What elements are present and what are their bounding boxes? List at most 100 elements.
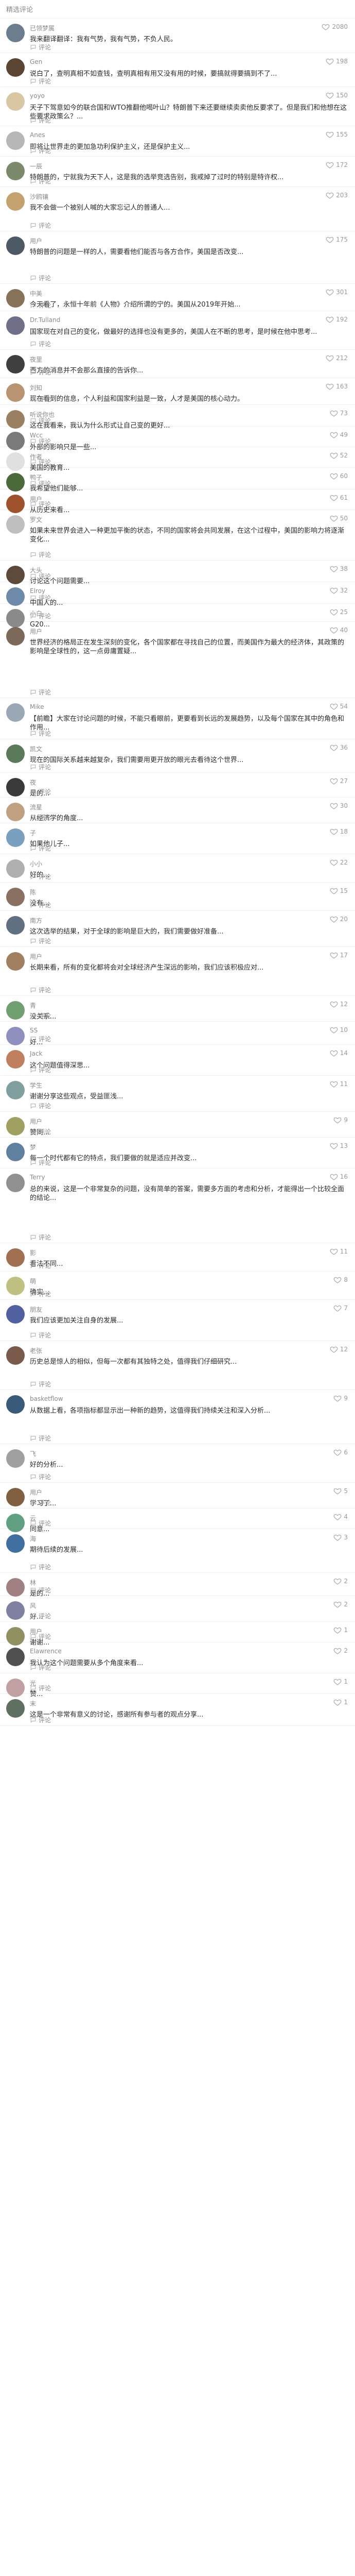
reply-button[interactable]: 评论	[30, 1498, 51, 1507]
reply-button[interactable]: 评论	[30, 1380, 51, 1388]
comment-item[interactable]: 已领梦属 2080 我来翻译翻译：我有气势，我有气势，不负人民。 评论	[0, 19, 355, 53]
like-button[interactable]: 7	[333, 1304, 348, 1312]
reply-button[interactable]: 评论	[30, 1586, 51, 1595]
username[interactable]: 一辰	[30, 162, 42, 171]
reply-button[interactable]: 评论	[30, 1101, 51, 1110]
avatar[interactable]	[6, 952, 25, 971]
reply-button[interactable]: 评论	[30, 986, 51, 994]
like-button[interactable]: 73	[330, 409, 348, 417]
avatar[interactable]	[6, 1001, 25, 1020]
username[interactable]: Dr.Tulland	[30, 316, 60, 324]
avatar[interactable]	[6, 587, 25, 606]
reply-button[interactable]: 评论	[30, 177, 51, 185]
like-button[interactable]: 52	[330, 451, 348, 460]
comment-item[interactable]: 鸭子 60 我希望他们能够... 评论	[0, 468, 355, 493]
avatar[interactable]	[6, 410, 25, 429]
comment-item[interactable]: 风 2 好... 评论	[0, 1596, 355, 1622]
like-button[interactable]: 175	[326, 235, 348, 244]
avatar[interactable]	[6, 131, 25, 150]
username[interactable]: basketflow	[30, 1395, 63, 1402]
reply-button[interactable]: 评论	[30, 1290, 51, 1298]
username[interactable]: yoyo	[30, 92, 45, 99]
like-button[interactable]: 2080	[322, 23, 348, 31]
like-button[interactable]: 12	[330, 1345, 348, 1353]
username[interactable]: 小小	[30, 859, 42, 868]
comment-item[interactable]: basketflow 9 从数据上看，各项指标都显示出一种新的趋势，这值得我们持续关…	[0, 1390, 355, 1444]
username[interactable]: 老张	[30, 1346, 42, 1355]
username[interactable]: Jack	[30, 1050, 42, 1057]
comment-item[interactable]: 影 11 看法不同... 评论	[0, 1243, 355, 1272]
username[interactable]: 中美	[30, 289, 42, 298]
like-button[interactable]: 54	[330, 702, 348, 710]
username[interactable]: 末	[30, 1699, 36, 1708]
avatar[interactable]	[6, 859, 25, 878]
like-button[interactable]: 25	[330, 608, 348, 616]
avatar[interactable]	[6, 162, 25, 180]
avatar[interactable]	[6, 383, 25, 402]
username[interactable]: 飞	[30, 1449, 36, 1458]
avatar[interactable]	[6, 1027, 25, 1045]
avatar[interactable]	[6, 1081, 25, 1099]
avatar[interactable]	[6, 1648, 25, 1666]
reply-button[interactable]: 评论	[30, 1158, 51, 1167]
like-button[interactable]: 14	[330, 1049, 348, 1057]
comment-item[interactable]: Wcc 49 外部的影响只是一些... 评论	[0, 427, 355, 451]
comment-item[interactable]: Gen 198 说白了，查明真相不如查钱，查明真相有用又没有用的时候，要搞就得要搞到…	[0, 53, 355, 87]
comment-item[interactable]: 夜里 212 西方的消息并不会那么直接的告诉你... 评论	[0, 350, 355, 378]
comment-item[interactable]: yoyo 150 天子下驾意如今的联合国和WTO推翻他喝叶山？特朗普下来还要继续卖卖…	[0, 87, 355, 126]
username[interactable]: 沙鸥镶	[30, 192, 48, 201]
like-button[interactable]: 8	[333, 1276, 348, 1284]
comment-item[interactable]: 子 18 如果他儿子... 评论	[0, 823, 355, 854]
comment-item[interactable]: 末 1 这是一个非常有意义的讨论，感谢所有参与者的观点分享... 评论	[0, 1694, 355, 1726]
like-button[interactable]: 10	[330, 1026, 348, 1034]
reply-button[interactable]: 评论	[30, 550, 51, 559]
comment-item[interactable]: 陈 15 没有... 评论	[0, 883, 355, 911]
reply-button[interactable]: 评论	[30, 1065, 51, 1074]
comment-item[interactable]: 海 3 期待后续的发展... 评论	[0, 1529, 355, 1573]
like-button[interactable]: 27	[330, 777, 348, 785]
comment-item[interactable]: 学生 11 谢谢分享这些观点，受益匪浅... 评论	[0, 1076, 355, 1112]
like-button[interactable]: 11	[330, 1080, 348, 1088]
comment-item[interactable]: 大头 38 讨论这个问题需要... 评论	[0, 561, 355, 585]
comment-item[interactable]: 朋友 7 我们应该更加关注自身的发展... 评论	[0, 1300, 355, 1341]
username[interactable]: 罗文	[30, 515, 42, 524]
comment-item[interactable]: 用户 17 长期来看，所有的变化都将会对全球经济产生深远的影响，我们应该积极应对..…	[0, 947, 355, 996]
reply-button[interactable]: 评论	[30, 1472, 51, 1481]
username[interactable]: Elawrence	[30, 1648, 62, 1655]
like-button[interactable]: 17	[330, 951, 348, 959]
avatar[interactable]	[6, 703, 25, 722]
reply-button[interactable]: 评论	[30, 500, 51, 509]
username[interactable]: Gen	[30, 58, 42, 65]
comment-item[interactable]: 流星 30 从经济学的角度... 评论	[0, 798, 355, 823]
comment-item[interactable]: 中美 301 今天看了，永恒十年前《人物》介绍所谓的宁的。美国从2019年开始...…	[0, 284, 355, 311]
reply-button[interactable]: 评论	[30, 1684, 51, 1692]
avatar[interactable]	[6, 192, 25, 211]
like-button[interactable]: 163	[326, 382, 348, 391]
comment-item[interactable]: 南方 20 这次选举的结果，对于全球的影响是巨大的，我们需要做好准备... 评论	[0, 911, 355, 947]
username[interactable]: 海	[30, 1534, 36, 1543]
reply-button[interactable]: 评论	[30, 813, 51, 822]
avatar[interactable]	[6, 566, 25, 584]
reply-button[interactable]: 评论	[30, 395, 51, 403]
comment-item[interactable]: 凯文 36 现在的国际关系越来越复杂，我们需要用更开放的眼光去看待这个世界... 评论	[0, 739, 355, 773]
avatar[interactable]	[6, 1050, 25, 1069]
comment-item[interactable]: 罗文 50 如果未来世界会进入一种更加平衡的状态，不同的国家将会共同发展，在这个过程…	[0, 510, 355, 561]
avatar[interactable]	[6, 58, 25, 77]
reply-button[interactable]: 评论	[30, 1632, 51, 1641]
like-button[interactable]: 9	[333, 1394, 348, 1402]
reply-button[interactable]: 评论	[30, 221, 51, 230]
comment-item[interactable]: 用户 5 学习了... 评论	[0, 1483, 355, 1509]
like-button[interactable]: 30	[330, 802, 348, 810]
like-button[interactable]: 2	[333, 1600, 348, 1608]
like-button[interactable]: 15	[330, 887, 348, 895]
avatar[interactable]	[6, 1117, 25, 1136]
username[interactable]: 已领梦属	[30, 24, 55, 32]
avatar[interactable]	[6, 1248, 25, 1267]
avatar[interactable]	[6, 236, 25, 255]
like-button[interactable]: 155	[326, 130, 348, 139]
reply-button[interactable]: 评论	[30, 1331, 51, 1340]
like-button[interactable]: 4	[333, 1513, 348, 1521]
like-button[interactable]: 18	[330, 827, 348, 836]
reply-button[interactable]: 评论	[30, 872, 51, 881]
comment-item[interactable]: 用户 40 世界经济的格局正在发生深刻的变化，各个国家都在寻找自己的位置，而美国作为…	[0, 622, 355, 698]
